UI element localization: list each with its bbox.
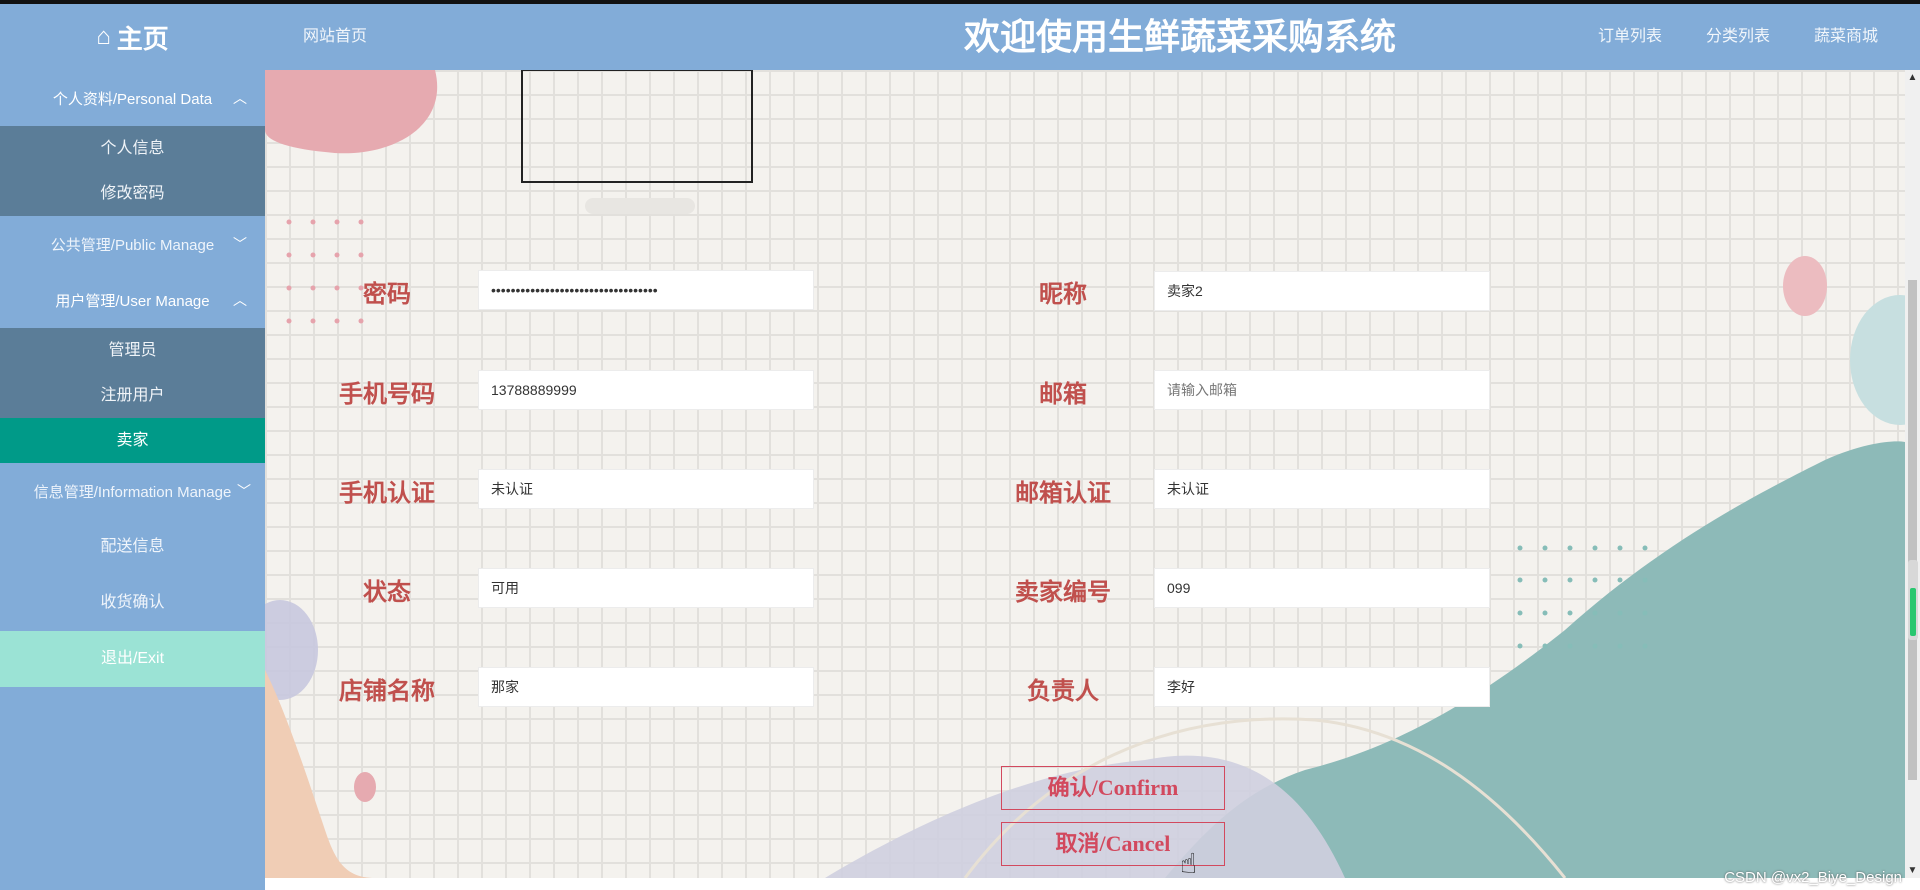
nav-order-list[interactable]: 订单列表 [1598,4,1662,70]
watermark: CSDN @vx2_Biye_Design [1724,869,1902,886]
top-bar: ⌂ 主页 网站首页 欢迎使用生鲜蔬菜采购系统 订单列表 分类列表 蔬菜商城 [0,0,1920,70]
status-field[interactable]: 可用 [478,568,814,608]
confirm-button[interactable]: 确认/Confirm [1001,766,1225,810]
bottom-strip [265,878,1920,890]
owner-field[interactable]: 李好 [1154,667,1490,707]
shop-name-label: 店铺名称 [339,679,435,705]
sidebar-item-delivery-info[interactable]: 配送信息 [0,519,265,575]
sidebar-item-registered-users[interactable]: 注册用户 [0,373,265,418]
sidebar-group-label: 个人资料/Personal Data [52,90,213,108]
site-home-link[interactable]: 网站首页 [303,4,367,70]
sidebar-item-admin[interactable]: 管理员 [0,328,265,373]
nickname-label: 昵称 [1039,282,1087,308]
scrollbar-thumb[interactable] [1908,280,1917,780]
email-verify-label: 邮箱认证 [1015,481,1111,507]
sidebar-group-label: 用户管理/User Manage [55,292,210,310]
password-field[interactable]: •••••••••••••••••••••••••••••••••• [478,270,814,310]
sidebar: 个人资料/Personal Data ︿ 个人信息 修改密码 公共管理/Publ… [0,70,265,890]
chevron-down-icon: ﹀ [233,236,247,252]
sidebar-item-seller[interactable]: 卖家 [0,418,265,463]
phone-field[interactable]: 13788889999 [478,370,814,410]
sidebar-group-public-manage[interactable]: 公共管理/Public Manage ﹀ [0,216,265,272]
owner-label: 负责人 [1027,679,1099,705]
nickname-field[interactable]: 卖家2 [1154,271,1490,311]
chevron-down-icon: ﹀ [237,483,251,499]
sidebar-group-information-manage[interactable]: 信息管理/Information Manage ﹀ [0,463,265,519]
phone-verify-field[interactable]: 未认证 [478,469,814,509]
app-title: 欢迎使用生鲜蔬菜采购系统 [963,16,1396,57]
pointer-cursor-icon: ☝ [1180,848,1198,879]
nav-vegetable-mall[interactable]: 蔬菜商城 [1814,4,1878,70]
sidebar-item-change-password[interactable]: 修改密码 [0,171,265,216]
status-label: 状态 [363,580,411,606]
sidebar-item-personal-info[interactable]: 个人信息 [0,126,265,171]
side-indicator-fill [1910,588,1916,636]
chevron-up-icon: ︿ [233,292,247,308]
main-content: 密码 •••••••••••••••••••••••••••••••••• 昵称… [265,70,1905,878]
home-link[interactable]: ⌂ 主页 [0,4,265,70]
page-scrollbar[interactable]: ▲ ▼ [1905,70,1920,878]
phone-label: 手机号码 [339,382,435,408]
scroll-down-icon[interactable]: ▼ [1905,865,1920,876]
email-label: 邮箱 [1039,382,1087,408]
email-verify-field[interactable]: 未认证 [1154,469,1490,509]
home-icon: ⌂ [96,23,111,50]
nav-category-list[interactable]: 分类列表 [1706,4,1770,70]
side-indicator [1908,560,1918,640]
sidebar-group-user-manage[interactable]: 用户管理/User Manage ︿ [0,272,265,328]
sidebar-submenu-personal: 个人信息 修改密码 [0,126,265,216]
shop-name-field[interactable]: 那家 [478,667,814,707]
scroll-up-icon[interactable]: ▲ [1905,72,1920,83]
brand-label: 主页 [116,23,169,54]
sidebar-submenu-user: 管理员 注册用户 卖家 [0,328,265,463]
password-label: 密码 [363,282,411,308]
sidebar-exit-button[interactable]: 退出/Exit [0,631,265,687]
sidebar-item-receipt-confirm[interactable]: 收货确认 [0,575,265,631]
sidebar-group-personal-data[interactable]: 个人资料/Personal Data ︿ [0,70,265,126]
chevron-up-icon: ︿ [233,90,247,106]
email-field[interactable]: 请输入邮箱 [1154,370,1490,410]
sidebar-group-label: 公共管理/Public Manage [50,236,215,254]
phone-verify-label: 手机认证 [339,481,435,507]
seller-number-label: 卖家编号 [1015,580,1111,606]
seller-number-field[interactable]: 099 [1154,568,1490,608]
sidebar-group-label: 信息管理/Information Manage [33,483,232,501]
